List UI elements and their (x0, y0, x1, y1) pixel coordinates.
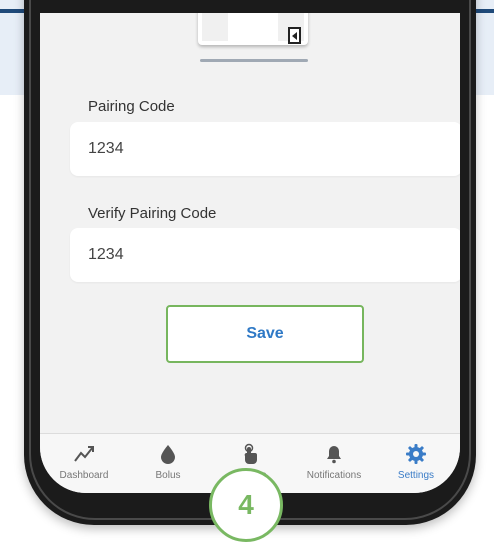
tab-label: Bolus (155, 470, 181, 481)
save-button[interactable]: Save (166, 305, 364, 363)
tab-dashboard[interactable]: Dashboard (42, 434, 126, 493)
tab-bolus[interactable]: Bolus (126, 434, 210, 493)
tab-settings[interactable]: Settings (374, 434, 458, 493)
pairing-code-label: Pairing Code (88, 98, 175, 115)
trend-chart-icon (74, 446, 94, 462)
bell-icon (327, 446, 341, 464)
device-shadow (200, 59, 308, 62)
drop-icon (161, 445, 175, 464)
pairing-code-field[interactable]: 1234 (70, 122, 460, 176)
gear-icon (406, 444, 426, 464)
tab-label: Settings (397, 470, 435, 481)
hand-pointer-icon (244, 443, 257, 464)
verify-pairing-code-label: Verify Pairing Code (88, 205, 217, 222)
tab-label: Dashboard (59, 470, 109, 481)
verify-pairing-code-field[interactable]: 1234 (70, 228, 460, 282)
phone-screen: Pairing Code 1234 Verify Pairing Code 12… (40, 13, 460, 493)
tab-notifications[interactable]: Notifications (292, 434, 376, 493)
pump-button-icon (288, 27, 301, 44)
tab-label: Notifications (306, 470, 362, 481)
step-number-badge: 4 (209, 468, 283, 542)
